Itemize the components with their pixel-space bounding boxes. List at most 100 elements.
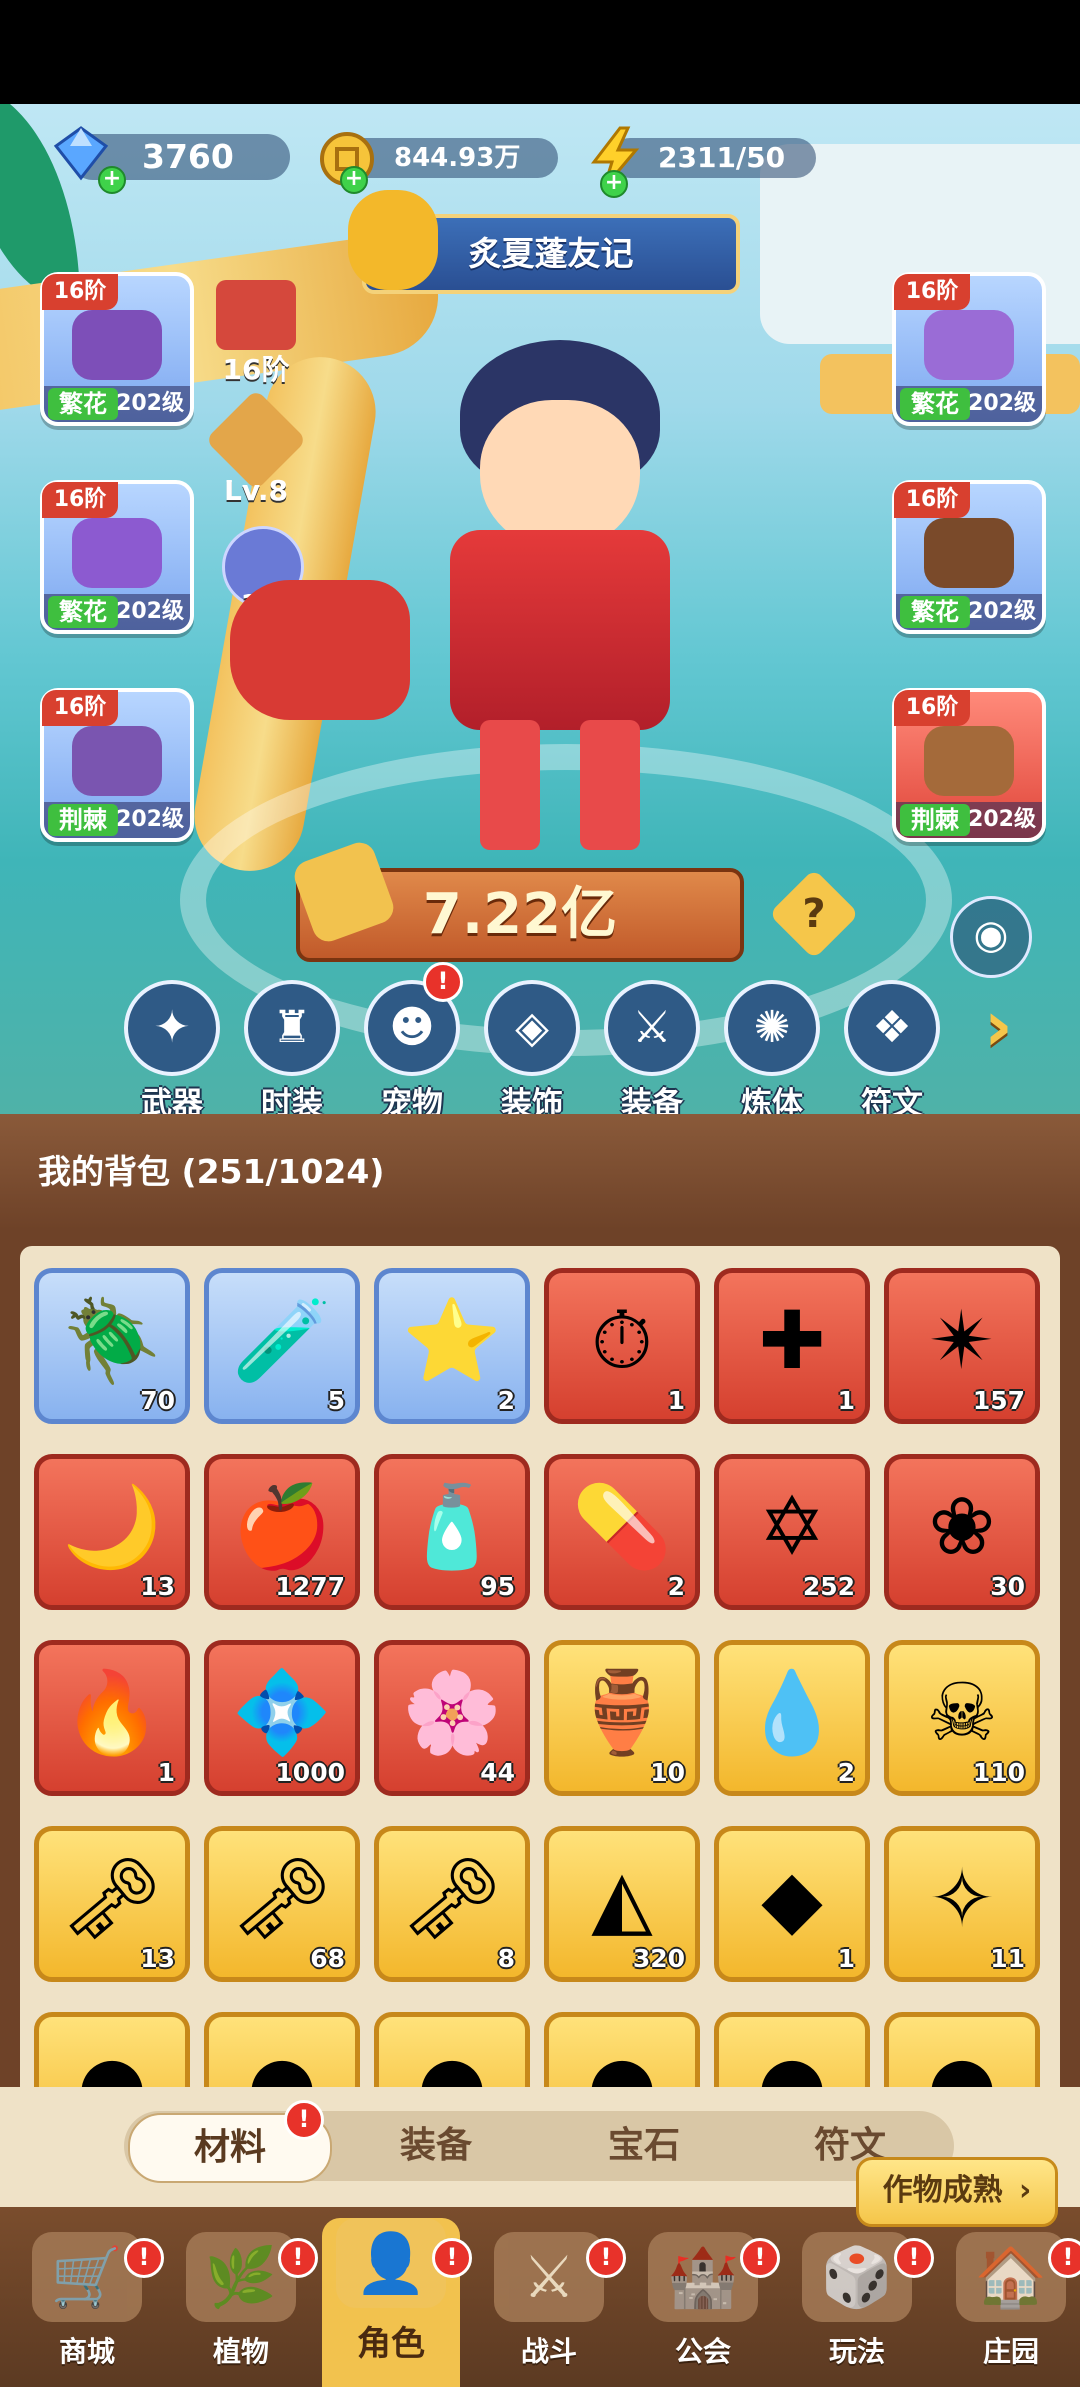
- add-diamonds-button[interactable]: +: [98, 166, 126, 194]
- item-icon: 🌙: [62, 1480, 162, 1573]
- item-count: 157: [972, 1386, 1025, 1415]
- item-count: 1000: [275, 1758, 345, 1787]
- bag-item[interactable]: 🪲 70: [34, 1268, 190, 1424]
- item-icon: ✚: [758, 1294, 826, 1387]
- tab-label: 装备: [399, 2125, 472, 2166]
- item-count: 70: [140, 1386, 175, 1415]
- gameplay-icon: 🎲: [802, 2232, 912, 2322]
- level-label: Lv.8: [224, 474, 288, 507]
- slot-level: 202级: [116, 391, 184, 416]
- bag-item[interactable]: 🧪 5: [204, 1268, 360, 1424]
- bag-item[interactable]: 🗝 8: [374, 1826, 530, 1982]
- bag-item[interactable]: 🍎 1277: [204, 1454, 360, 1610]
- item-icon: ◭: [591, 1852, 653, 1945]
- item-icon: 🗝: [231, 1852, 333, 1945]
- item-icon: 🧪: [232, 1294, 332, 1387]
- bag-item[interactable]: ●: [374, 2012, 530, 2087]
- question-icon: ?: [802, 891, 826, 937]
- item-count: 30: [990, 1572, 1025, 1601]
- item-icon: ●: [927, 2038, 997, 2087]
- bag-item[interactable]: ●: [34, 2012, 190, 2087]
- add-coins-button[interactable]: +: [340, 166, 368, 194]
- bag-item[interactable]: 🗝 13: [34, 1826, 190, 1982]
- slot-quality: 繁花: [48, 596, 118, 628]
- bag-item[interactable]: 💠 1000: [204, 1640, 360, 1796]
- menu-weapon[interactable]: ✦ 武器: [122, 980, 222, 1123]
- slot-tier: 16阶: [894, 690, 970, 726]
- bag-item[interactable]: ☠ 110: [884, 1640, 1040, 1796]
- bag-item[interactable]: ✴ 157: [884, 1268, 1040, 1424]
- menu-body-refine[interactable]: ✺ 炼体: [722, 980, 822, 1123]
- add-energy-button[interactable]: +: [600, 170, 628, 198]
- nav-notification-badge: !: [1048, 2238, 1080, 2278]
- bag-item[interactable]: ●: [714, 2012, 870, 2087]
- plant-icon: 🌿: [186, 2232, 296, 2322]
- bag-grid[interactable]: 🪲 70 🧪 5 ⭐ 2 ⏱ 1 ✚ 1 ✴ 157 🌙 13 🍎 1277 🧴 95 💊 2 ✡ 252 ❀ 30 🔥 1 💠 10…: [20, 1246, 1060, 2087]
- bag-item[interactable]: 🔥 1: [34, 1640, 190, 1796]
- equip-slot-gloves[interactable]: 16阶 繁花 202级: [40, 480, 194, 634]
- bag-item[interactable]: ●: [884, 2012, 1040, 2087]
- slot-tier: 16阶: [894, 274, 970, 310]
- equip-slot-armor[interactable]: 16阶 繁花 202级: [892, 272, 1046, 426]
- nav-notification-badge: !: [586, 2238, 626, 2278]
- character-avatar[interactable]: [380, 340, 710, 860]
- equip-slot-pants[interactable]: 16阶 荆棘 202级: [40, 688, 194, 842]
- menu-decoration[interactable]: ◈ 装饰: [482, 980, 582, 1123]
- costume-icon: ♜: [244, 980, 340, 1076]
- equip-slot-belt[interactable]: 16阶 繁花 202级: [892, 480, 1046, 634]
- chevron-right-icon: ›: [1019, 2173, 1032, 2208]
- item-count: 68: [310, 1944, 345, 1973]
- bag-item[interactable]: ●: [204, 2012, 360, 2087]
- tab-equipment[interactable]: 装备: [336, 2113, 536, 2179]
- bag-item[interactable]: ⏱ 1: [544, 1268, 700, 1424]
- bag-item[interactable]: ❀ 30: [884, 1454, 1040, 1610]
- bag-item[interactable]: ✧ 11: [884, 1826, 1040, 1982]
- item-count: 1: [667, 1386, 685, 1415]
- bag-item[interactable]: ✚ 1: [714, 1268, 870, 1424]
- item-icon: 🧴: [402, 1480, 502, 1573]
- bag-item[interactable]: 🏺 10: [544, 1640, 700, 1796]
- tab-gems[interactable]: 宝石: [544, 2113, 744, 2179]
- nav-label: 玩法: [828, 2335, 885, 2368]
- nav-label: 商城: [58, 2335, 115, 2368]
- item-icon: 🗝: [401, 1852, 503, 1945]
- item-count: 320: [632, 1944, 685, 1973]
- equip-slot-hat[interactable]: 16阶 繁花 202级: [40, 272, 194, 426]
- bag-item[interactable]: 💊 2: [544, 1454, 700, 1610]
- nav-notification-badge: !: [124, 2238, 164, 2278]
- glove-icon: [72, 518, 162, 588]
- menu-costume[interactable]: ♜ 时装: [242, 980, 342, 1123]
- item-icon: ⭐: [402, 1294, 502, 1387]
- bag-item[interactable]: ✡ 252: [714, 1454, 870, 1610]
- bag-item[interactable]: ◆ 1: [714, 1826, 870, 1982]
- crop-ready-button[interactable]: 作物成熟 ›: [856, 2157, 1058, 2227]
- slot-quality: 荆棘: [48, 804, 118, 836]
- energy-value: 2311/50: [658, 141, 786, 174]
- character-icon: 👤: [336, 2218, 446, 2308]
- item-icon: ✴: [928, 1294, 996, 1387]
- weapon-icon: ✦: [124, 980, 220, 1076]
- rune-icon: ❖: [844, 980, 940, 1076]
- bag-item[interactable]: 🌙 13: [34, 1454, 190, 1610]
- hide-ui-eye-icon[interactable]: ◉: [950, 896, 1032, 978]
- bag-item[interactable]: 🌸 44: [374, 1640, 530, 1796]
- bag-item[interactable]: 💧 2: [714, 1640, 870, 1796]
- menu-rune[interactable]: ❖ 符文: [842, 980, 942, 1123]
- slot-tier: 16阶: [42, 274, 118, 310]
- equip-slot-boots[interactable]: 16阶 荆棘 202级: [892, 688, 1046, 842]
- item-icon: ☠: [926, 1666, 998, 1759]
- item-icon: ●: [757, 2038, 827, 2087]
- chevron-right-icon[interactable]: ›: [984, 986, 1044, 1066]
- slot-quality: 繁花: [48, 388, 118, 420]
- bag-item[interactable]: ⭐ 2: [374, 1268, 530, 1424]
- item-icon: 🗝: [61, 1852, 163, 1945]
- backpack-icon[interactable]: [216, 280, 296, 350]
- bag-item[interactable]: 🧴 95: [374, 1454, 530, 1610]
- bag-item[interactable]: 🗝 68: [204, 1826, 360, 1982]
- body-refine-icon: ✺: [724, 980, 820, 1076]
- item-count: 1277: [275, 1572, 345, 1601]
- bag-item[interactable]: ●: [544, 2012, 700, 2087]
- item-icon: ❀: [928, 1480, 996, 1573]
- menu-equipment[interactable]: ⚔ 装备: [602, 980, 702, 1123]
- bag-item[interactable]: ◭ 320: [544, 1826, 700, 1982]
